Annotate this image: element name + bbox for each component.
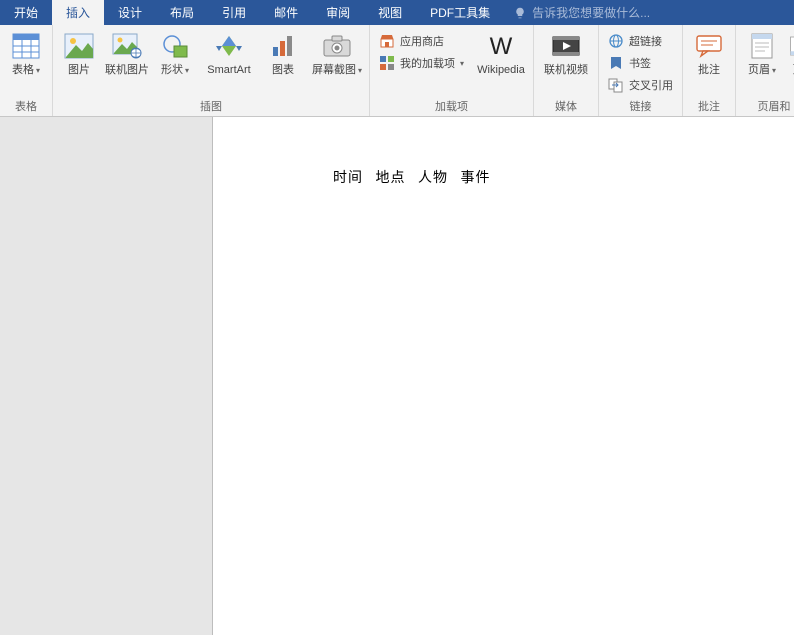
addins-icon [379,55,395,71]
group-illustrations: 图片 联机图片 形状▾ SmartArt [53,25,370,116]
group-illustrations-label: 插图 [53,98,369,116]
tab-references[interactable]: 引用 [208,0,260,25]
online-picture-icon [111,30,143,62]
doc-word: 事件 [461,169,491,185]
wikipedia-label: Wikipedia [477,64,525,77]
tab-strip: 开始 插入 设计 布局 引用 邮件 审阅 视图 PDF工具集 [0,0,794,25]
online-picture-label: 联机图片 [105,64,149,77]
document-area: 时间 地点 人物 事件 [0,117,794,635]
smartart-label: SmartArt [207,64,250,77]
caret-icon: ▾ [460,59,464,68]
header-button[interactable]: 页眉▾ [740,28,784,77]
video-icon [550,30,582,62]
group-table: 表格▾ 表格 [0,25,53,116]
group-links-label: 链接 [599,98,682,116]
wikipedia-button[interactable]: W Wikipedia [473,28,529,77]
shapes-label: 形状 [161,64,183,77]
caret-icon: ▾ [36,64,40,77]
screenshot-label: 屏幕截图 [312,64,356,77]
group-links: 超链接 书签 交叉引用 链接 [599,25,683,116]
group-media: 联机视频 媒体 [534,25,599,116]
store-label: 应用商店 [400,33,444,49]
shapes-button[interactable]: 形状▾ [153,28,197,77]
tab-home[interactable]: 开始 [0,0,52,25]
group-addins-label: 加载项 [370,98,533,116]
chart-icon [267,30,299,62]
doc-word: 人物 [418,169,448,185]
hyperlink-button[interactable]: 超链接 [603,31,678,51]
store-icon [379,33,395,49]
caret-icon: ▾ [772,64,776,77]
bookmark-label: 书签 [629,55,651,71]
online-video-label: 联机视频 [544,64,588,77]
table-icon [10,30,42,62]
group-comment: 批注 批注 [683,25,736,116]
doc-word: 地点 [376,169,406,185]
comment-button[interactable]: 批注 [687,28,731,77]
store-button[interactable]: 应用商店 [374,31,469,51]
shapes-icon [159,30,191,62]
my-addins-label: 我的加载项 [400,55,455,71]
tab-layout[interactable]: 布局 [156,0,208,25]
ribbon: 表格▾ 表格 图片 联机图片 形状▾ [0,25,794,117]
crossref-label: 交叉引用 [629,77,673,93]
lightbulb-icon [514,7,526,19]
group-addins: 应用商店 我的加载项 ▾ W Wikipedia 加载项 [370,25,534,116]
comment-label: 批注 [698,64,720,77]
online-video-button[interactable]: 联机视频 [538,28,594,77]
wikipedia-icon: W [485,30,517,62]
chart-label: 图表 [272,64,294,77]
my-addins-button[interactable]: 我的加载项 ▾ [374,53,469,73]
tab-mailings[interactable]: 邮件 [260,0,312,25]
group-table-label: 表格 [0,98,52,116]
svg-text:W: W [490,34,513,58]
bookmark-button[interactable]: 书签 [603,53,678,73]
table-label: 表格 [12,64,34,77]
table-button[interactable]: 表格▾ [4,28,48,77]
header-icon [746,30,778,62]
footer-icon [782,30,794,62]
picture-icon [63,30,95,62]
crossref-icon [608,77,624,93]
comment-icon [693,30,725,62]
bookmark-icon [608,55,624,71]
caret-icon: ▾ [185,64,189,77]
hyperlink-icon [608,33,624,49]
hyperlink-label: 超链接 [629,33,662,49]
picture-button[interactable]: 图片 [57,28,101,77]
tell-me-input[interactable] [532,6,692,20]
group-comment-label: 批注 [683,98,735,116]
document-page[interactable]: 时间 地点 人物 事件 [213,117,794,635]
smartart-button[interactable]: SmartArt [201,28,257,77]
smartart-icon [213,30,245,62]
document-text: 时间 地点 人物 事件 [333,167,499,187]
screenshot-button[interactable]: 屏幕截图▾ [309,28,365,77]
online-picture-button[interactable]: 联机图片 [105,28,149,77]
tab-view[interactable]: 视图 [364,0,416,25]
navigation-pane[interactable] [0,117,213,635]
tab-review[interactable]: 审阅 [312,0,364,25]
group-header-footer-label: 页眉和 [736,98,794,116]
tell-me-search[interactable] [514,0,692,25]
picture-label: 图片 [68,64,90,77]
tab-pdf-tools[interactable]: PDF工具集 [416,0,504,25]
tab-design[interactable]: 设计 [104,0,156,25]
screenshot-icon [321,30,353,62]
doc-word: 时间 [333,169,363,185]
footer-button[interactable]: 页 [788,28,794,77]
group-media-label: 媒体 [534,98,598,116]
tab-insert[interactable]: 插入 [52,0,104,25]
chart-button[interactable]: 图表 [261,28,305,77]
caret-icon: ▾ [358,64,362,77]
crossref-button[interactable]: 交叉引用 [603,75,678,95]
header-label: 页眉 [748,64,770,77]
group-header-footer: 页眉▾ 页 页眉和 [736,25,794,116]
